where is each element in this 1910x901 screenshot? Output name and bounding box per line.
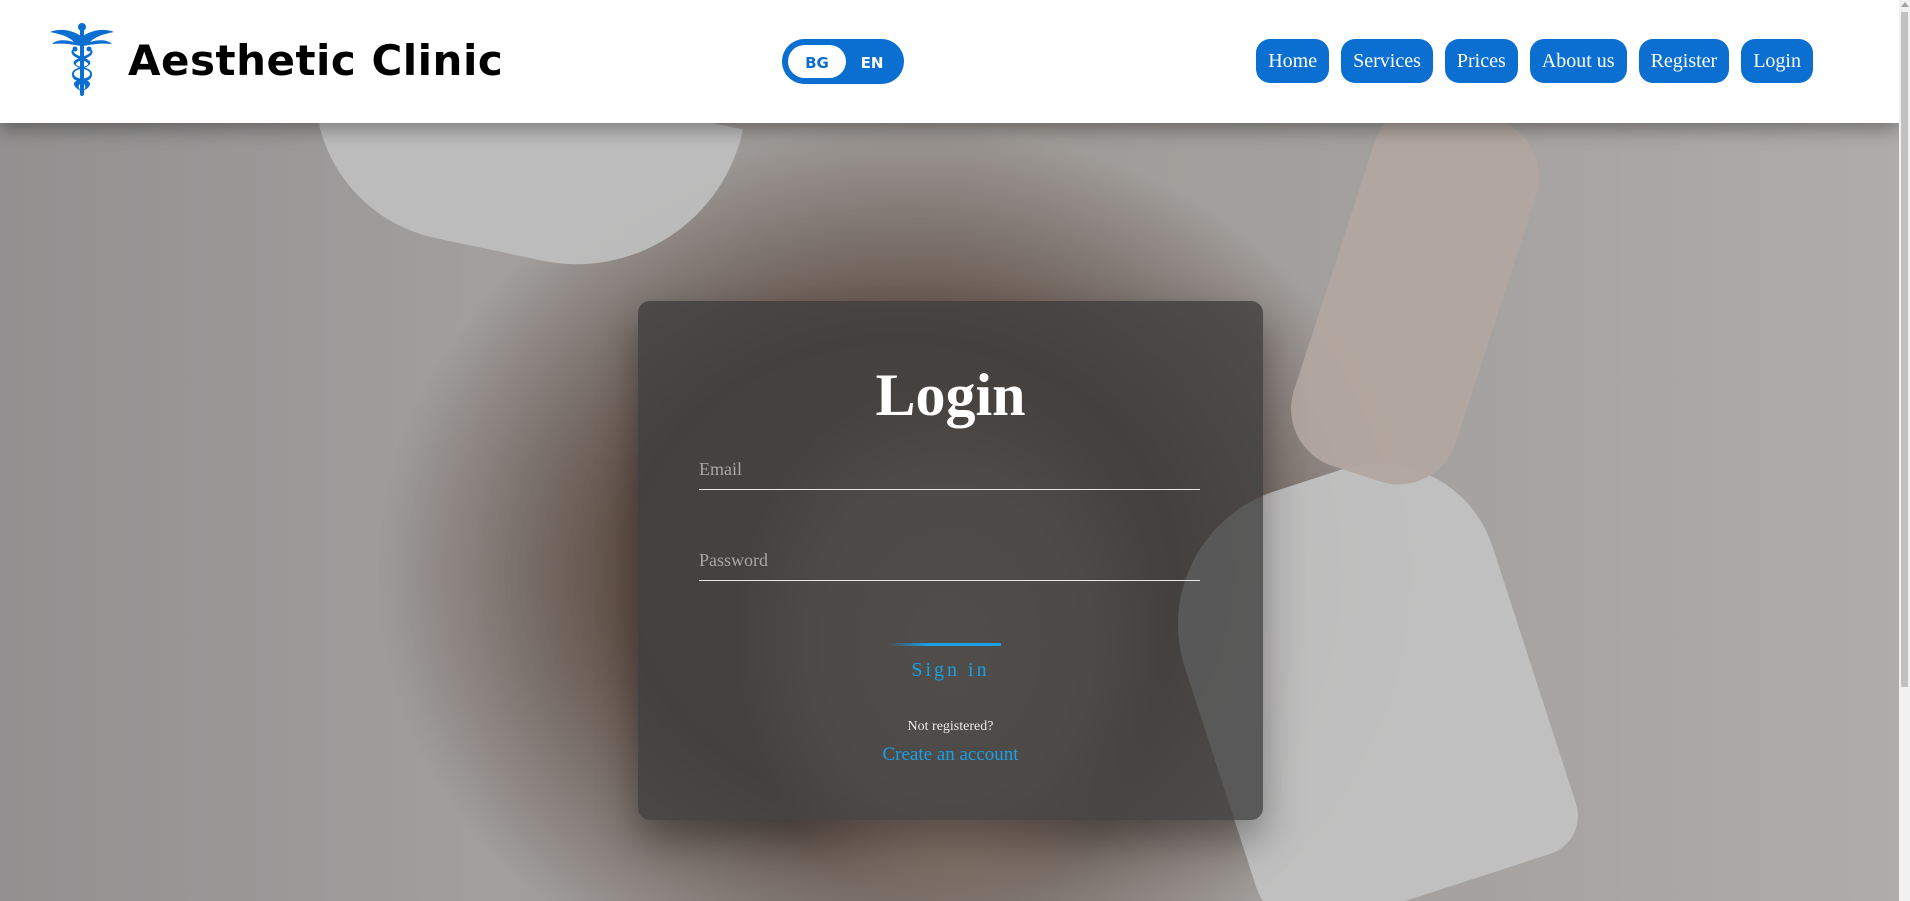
email-field-container [699,450,1200,490]
not-registered-text: Not registered? [907,719,994,734]
nav-prices-button[interactable]: Prices [1444,39,1518,83]
sign-in-button[interactable]: Sign in [638,659,1263,682]
language-toggle[interactable]: BG EN [782,39,904,84]
language-option-en[interactable]: EN [846,41,898,86]
nav-login-button[interactable]: Login [1741,39,1813,83]
vertical-scrollbar[interactable] [1899,0,1910,901]
create-account-link[interactable]: Create an account [638,744,1263,766]
main-nav: Home Services Prices About us Register L… [1256,39,1813,83]
caduceus-icon [50,23,114,96]
login-card: Login Sign in Not registered? Create an … [638,301,1263,820]
nav-home-button[interactable]: Home [1256,39,1330,83]
nav-register-button[interactable]: Register [1638,39,1730,83]
login-title: Login [875,362,1026,428]
site-header: Aesthetic Clinic BG EN Home Services Pri… [0,0,1899,123]
brand-name: Aesthetic Clinic [128,35,504,85]
hero-background-image: Login Sign in Not registered? Create an … [0,123,1899,901]
nav-about-button[interactable]: About us [1529,39,1627,83]
sign-in-accent-line [888,643,1001,646]
password-input[interactable] [699,541,1200,580]
brand[interactable]: Aesthetic Clinic [50,22,503,98]
password-field-container [699,541,1200,581]
scrollbar-thumb[interactable] [1901,12,1908,687]
email-input[interactable] [699,450,1200,489]
scroll-up-arrow-icon[interactable] [1901,2,1909,7]
language-option-bg[interactable]: BG [788,41,846,86]
nav-services-button[interactable]: Services [1341,39,1433,83]
